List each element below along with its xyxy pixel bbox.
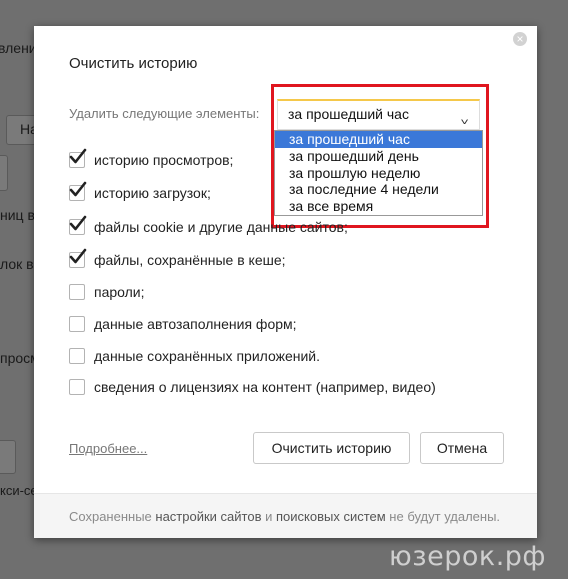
close-icon[interactable]: × [513, 32, 527, 46]
checkmark-icon [69, 248, 87, 264]
checkbox-row[interactable]: данные автозаполнения форм; [69, 314, 297, 334]
period-select[interactable]: за прошедший час ˅ [277, 99, 480, 130]
period-option-all[interactable]: за все время [275, 198, 482, 215]
clear-history-dialog: × Очистить историю Удалить следующие эле… [34, 26, 537, 538]
checkbox-row[interactable]: пароли; [69, 282, 145, 302]
checkbox-checked[interactable] [69, 248, 87, 268]
checkbox-row[interactable]: историю загрузок; [69, 181, 211, 203]
dialog-footer: Сохраненные настройки сайтов и поисковых… [34, 493, 537, 538]
checkbox-checked[interactable] [69, 181, 87, 201]
checkbox-label: историю просмотров; [94, 152, 234, 168]
checkbox-checked[interactable] [69, 148, 87, 168]
bg-box [0, 155, 8, 191]
checkmark-icon [69, 181, 87, 197]
period-option-hour[interactable]: за прошедший час [275, 131, 482, 148]
checkbox-unchecked[interactable] [69, 379, 85, 395]
checkbox-row[interactable]: данные сохранённых приложений. [69, 346, 320, 366]
period-select-value: за прошедший час [288, 106, 409, 122]
checkmark-icon [69, 215, 87, 231]
checkbox-unchecked[interactable] [69, 284, 85, 300]
footer-text-4: поисковых систем [275, 509, 386, 524]
checkbox-unchecked[interactable] [69, 348, 85, 364]
checkbox-row[interactable]: файлы, сохранённые в кеше; [69, 248, 286, 270]
watermark: юзерок.рф [389, 541, 546, 572]
checkbox-label: данные автозаполнения форм; [94, 316, 297, 332]
bg-text-3: ниц в [0, 207, 35, 223]
cancel-button[interactable]: Отмена [420, 432, 504, 464]
checkmark-icon [69, 148, 87, 164]
checkbox-label: файлы cookie и другие данные сайтов; [94, 219, 348, 235]
footer-text-2: настройки сайтов [155, 509, 262, 524]
checkbox-row[interactable]: файлы cookie и другие данные сайтов; [69, 215, 348, 237]
bg-text-4: лок в [0, 256, 34, 272]
period-option-week[interactable]: за прошлую неделю [275, 165, 482, 182]
checkbox-unchecked[interactable] [69, 316, 85, 332]
footer-text-1: Сохраненные [69, 509, 156, 524]
checkbox-row[interactable]: историю просмотров; [69, 148, 234, 170]
period-option-day[interactable]: за прошедший день [275, 148, 482, 165]
checkbox-label: файлы, сохранённые в кеше; [94, 252, 286, 268]
delete-label: Удалить следующие элементы: [69, 106, 260, 121]
more-link[interactable]: Подробнее... [69, 441, 147, 456]
footer-text-5: не будут удалены. [385, 509, 501, 524]
checkbox-row[interactable]: сведения о лицензиях на контент (наприме… [69, 377, 436, 397]
checkbox-label: пароли; [94, 284, 145, 300]
checkbox-label: сведения о лицензиях на контент (наприме… [94, 379, 436, 395]
bg-box-2 [0, 440, 16, 474]
dialog-title: Очистить историю [69, 55, 198, 72]
checkbox-checked[interactable] [69, 215, 87, 235]
clear-history-button[interactable]: Очистить историю [253, 432, 410, 464]
period-option-4weeks[interactable]: за последние 4 недели [275, 181, 482, 198]
footer-text-3: и [261, 509, 276, 524]
checkbox-label: историю загрузок; [94, 185, 211, 201]
period-dropdown: за прошедший час за прошедший день за пр… [274, 130, 483, 216]
checkbox-label: данные сохранённых приложений. [94, 348, 321, 364]
